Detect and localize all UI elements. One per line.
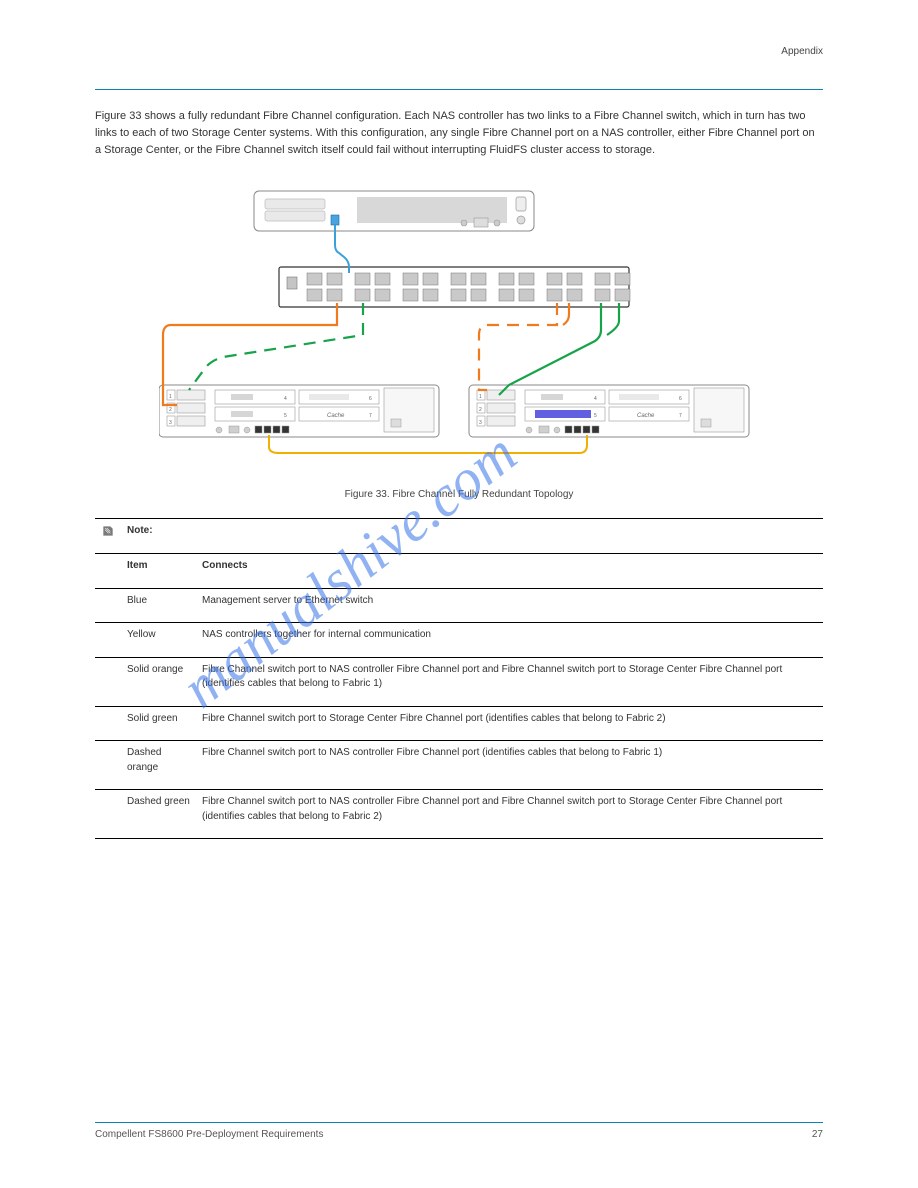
cell-connects: Fibre Channel switch port to Storage Cen…: [196, 706, 823, 741]
cell-item: Blue: [121, 588, 196, 623]
svg-text:2: 2: [479, 407, 482, 413]
cell-item: Solid orange: [121, 657, 196, 706]
table-row: YellowNAS controllers together for inter…: [95, 623, 823, 658]
svg-text:5: 5: [284, 413, 287, 419]
svg-text:1: 1: [479, 394, 482, 400]
cell-connects: Fibre Channel switch port to NAS control…: [196, 790, 823, 839]
cell-item: Yellow: [121, 623, 196, 658]
svg-text:Cache: Cache: [327, 413, 345, 419]
cell-connects: Fibre Channel switch port to NAS control…: [196, 741, 823, 790]
svg-text:6: 6: [679, 396, 682, 402]
svg-text:5: 5: [594, 413, 597, 419]
svg-text:7: 7: [369, 413, 372, 419]
figure: 1 2 3 4 5 6 Cache: [95, 185, 823, 475]
svg-text:7: 7: [679, 413, 682, 419]
cell-connects: Fibre Channel switch port to NAS control…: [196, 657, 823, 706]
cell-item: Dashed orange: [121, 741, 196, 790]
footer: Compellent FS8600 Pre-Deployment Require…: [95, 1122, 823, 1140]
svg-text:6: 6: [369, 396, 372, 402]
figure-caption: Figure 33. Fibre Channel Fully Redundant…: [95, 489, 823, 500]
table-note-row: Note:: [95, 519, 823, 554]
cell-item: Dashed green: [121, 790, 196, 839]
column-item: Item: [127, 560, 148, 571]
svg-text:1: 1: [169, 394, 172, 400]
table-row: Solid greenFibre Channel switch port to …: [95, 706, 823, 741]
table-row: Dashed greenFibre Channel switch port to…: [95, 790, 823, 839]
svg-text:2: 2: [169, 407, 172, 413]
legend-table: Note: Item Connects BlueManagement serve…: [95, 518, 823, 839]
topology-diagram: 1 2 3 4 5 6 Cache: [159, 185, 759, 475]
cell-connects: NAS controllers together for internal co…: [196, 623, 823, 658]
cell-connects: Management server to Ethernet switch: [196, 588, 823, 623]
table-row: BlueManagement server to Ethernet switch: [95, 588, 823, 623]
note-label: Note:: [127, 525, 153, 536]
table-header-row: Item Connects: [95, 554, 823, 589]
header-rule: Appendix: [95, 60, 823, 90]
svg-text:4: 4: [284, 396, 287, 402]
note-icon: [101, 524, 115, 538]
cell-item: Solid green: [121, 706, 196, 741]
svg-text:4: 4: [594, 396, 597, 402]
controller-b: 1 2 3 4 5 6 Cache 7: [469, 385, 749, 437]
header-label: Appendix: [781, 46, 823, 57]
svg-text:3: 3: [479, 420, 482, 426]
column-connects: Connects: [202, 560, 248, 571]
table-row: Dashed orangeFibre Channel switch port t…: [95, 741, 823, 790]
controller-a: 1 2 3 4 5 6 Cache: [159, 385, 439, 437]
footer-page: 27: [812, 1129, 823, 1140]
footer-left: Compellent FS8600 Pre-Deployment Require…: [95, 1129, 323, 1140]
svg-text:Cache: Cache: [637, 413, 655, 419]
intro-paragraph: Figure 33 shows a fully redundant Fibre …: [95, 108, 823, 159]
page: Appendix Figure 33 shows a fully redunda…: [0, 0, 918, 1188]
svg-text:3: 3: [169, 420, 172, 426]
table-row: Solid orangeFibre Channel switch port to…: [95, 657, 823, 706]
